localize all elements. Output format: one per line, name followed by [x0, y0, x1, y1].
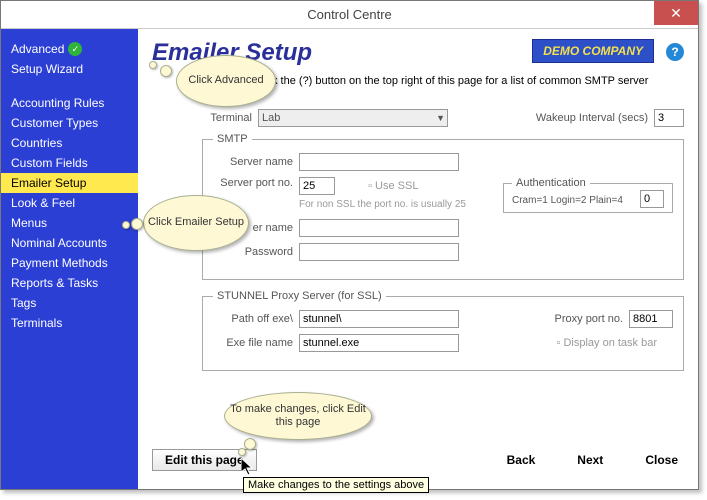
footer: Edit this page Back Next Close [152, 449, 684, 471]
callout-tail [238, 448, 246, 456]
sidebar-item-label: Setup Wizard [11, 62, 83, 76]
stunnel-legend: STUNNEL Proxy Server (for SSL) [213, 290, 386, 302]
sidebar-item-look-and-feel[interactable]: Look & Feel [1, 193, 138, 213]
callout-advanced: Click Advanced [176, 55, 276, 107]
tooltip: Make changes to the settings above [243, 477, 429, 493]
callout-edit-page: To make changes, click Edit this page [224, 392, 372, 440]
auth-legend: Authentication [512, 177, 590, 189]
close-button[interactable]: Close [639, 451, 684, 469]
sidebar-item-payment-methods[interactable]: Payment Methods [1, 253, 138, 273]
sidebar-item-reports-and-tasks[interactable]: Reports & Tasks [1, 273, 138, 293]
back-button[interactable]: Back [501, 451, 542, 469]
auth-input[interactable] [640, 190, 664, 208]
callout-emailer-setup: Click Emailer Setup [143, 195, 249, 251]
callout-tail [149, 61, 157, 69]
page-hint: k the (?) button on the top right of thi… [272, 75, 684, 87]
sidebar-item-customer-types[interactable]: Customer Types [1, 113, 138, 133]
chevron-down-icon: ▼ [436, 113, 445, 123]
exe-input[interactable] [299, 334, 459, 352]
sidebar-item-countries[interactable]: Countries [1, 133, 138, 153]
demo-company-badge: DEMO COMPANY [532, 39, 654, 63]
path-input[interactable] [299, 310, 459, 328]
smtp-legend: SMTP [213, 133, 252, 145]
sidebar-item-emailer-setup[interactable]: Emailer Setup [1, 173, 138, 193]
stunnel-group: STUNNEL Proxy Server (for SSL) Path off … [202, 290, 684, 371]
callout-tail [244, 438, 256, 450]
server-port-input[interactable] [299, 177, 335, 195]
proxy-port-label: Proxy port no. [555, 313, 623, 325]
ssl-note: For non SSL the port no. is usually 25 [299, 199, 466, 210]
server-name-label: Server name [213, 156, 293, 168]
sidebar-item-menus[interactable]: Menus [1, 213, 138, 233]
sidebar-item-custom-fields[interactable]: Custom Fields [1, 153, 138, 173]
sidebar-item-label: Advanced [11, 42, 64, 56]
wakeup-label: Wakeup Interval (secs) [536, 112, 648, 124]
next-button[interactable]: Next [571, 451, 609, 469]
terminal-select[interactable]: Lab ▼ [258, 109, 448, 127]
callout-tail [160, 65, 172, 77]
terminal-label: Terminal [202, 112, 252, 124]
path-label: Path off exe\ [213, 313, 293, 325]
sidebar-item-nominal-accounts[interactable]: Nominal Accounts [1, 233, 138, 253]
sidebar-item-tags[interactable]: Tags [1, 293, 138, 313]
close-icon: ✕ [670, 5, 682, 22]
callout-tail [122, 221, 130, 229]
window-close-button[interactable]: ✕ [654, 1, 698, 25]
smtp-group: SMTP Server name Server port no. ▫ Use S… [202, 133, 684, 280]
user-name-input[interactable] [299, 219, 459, 237]
wakeup-input[interactable] [654, 109, 684, 127]
help-icon[interactable]: ? [666, 43, 684, 61]
server-name-input[interactable] [299, 153, 459, 171]
proxy-port-input[interactable] [629, 310, 673, 328]
sidebar: Advanced ✓ Setup Wizard Accounting Rules… [1, 29, 138, 489]
sidebar-item-advanced[interactable]: Advanced ✓ [1, 39, 138, 59]
titlebar: Control Centre ✕ [1, 1, 698, 29]
callout-tail [131, 218, 143, 230]
password-input[interactable] [299, 243, 459, 261]
check-icon: ✓ [68, 42, 82, 56]
sidebar-item-accounting-rules[interactable]: Accounting Rules [1, 93, 138, 113]
window-title: Control Centre [307, 7, 392, 22]
auth-group: Authentication Cram=1 Login=2 Plain=4 [503, 177, 673, 213]
sidebar-item-setup-wizard[interactable]: Setup Wizard [1, 59, 138, 79]
server-port-label: Server port no. [213, 177, 293, 189]
password-label: Password [213, 246, 293, 258]
display-taskbar-checkbox[interactable]: ▫ Display on task bar [556, 337, 657, 349]
use-ssl-checkbox[interactable]: ▫ Use SSL [368, 180, 418, 192]
sidebar-item-terminals[interactable]: Terminals [1, 313, 138, 333]
exe-label: Exe file name [213, 337, 293, 349]
